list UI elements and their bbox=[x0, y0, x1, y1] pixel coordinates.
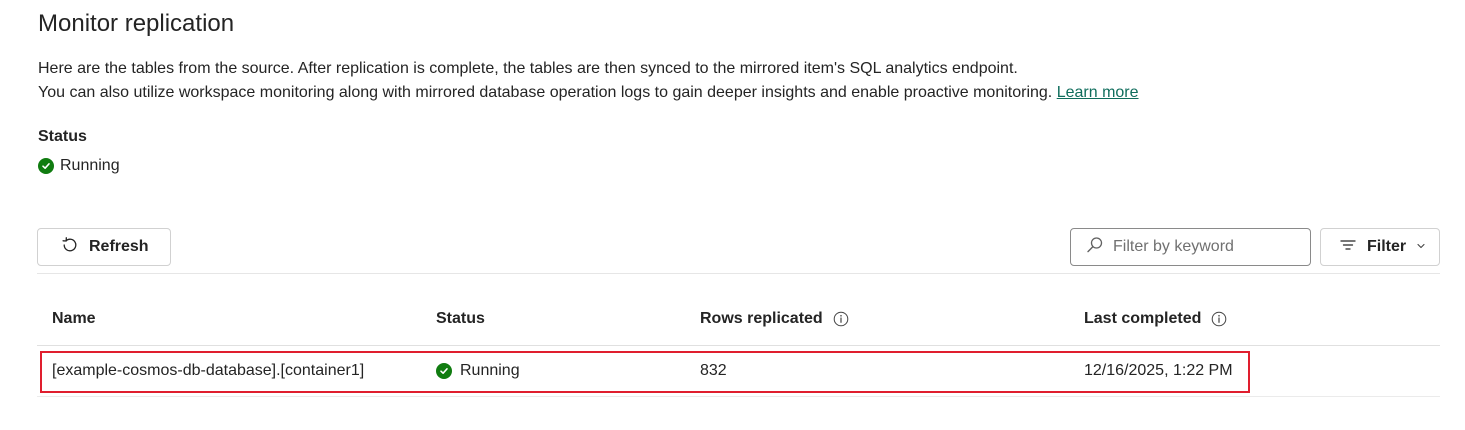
info-icon[interactable] bbox=[1211, 311, 1227, 327]
info-icon[interactable] bbox=[833, 311, 849, 327]
filter-button[interactable]: Filter bbox=[1320, 228, 1440, 266]
toolbar-divider bbox=[37, 273, 1440, 274]
table-row-divider bbox=[37, 396, 1440, 397]
learn-more-link[interactable]: Learn more bbox=[1057, 84, 1139, 101]
description-line-2-text: You can also utilize workspace monitorin… bbox=[38, 84, 1053, 101]
column-header-last-completed-label: Last completed bbox=[1084, 310, 1202, 327]
search-input[interactable] bbox=[1113, 238, 1303, 256]
column-header-rows-label: Rows replicated bbox=[700, 310, 823, 327]
status-indicator: Running bbox=[38, 157, 120, 175]
refresh-button[interactable]: Refresh bbox=[37, 228, 171, 266]
column-header-status-label: Status bbox=[436, 310, 485, 327]
status-label: Status bbox=[38, 128, 87, 145]
column-header-name[interactable]: Name bbox=[52, 310, 96, 328]
table-row-rows-replicated: 832 bbox=[700, 362, 727, 379]
check-circle-icon bbox=[436, 363, 452, 379]
search-icon bbox=[1086, 236, 1104, 259]
column-header-last-completed[interactable]: Last completed bbox=[1084, 310, 1227, 328]
check-circle-icon bbox=[38, 158, 54, 174]
status-value-text: Running bbox=[60, 157, 120, 174]
refresh-button-label: Refresh bbox=[89, 238, 149, 255]
column-header-rows-replicated[interactable]: Rows replicated bbox=[700, 310, 849, 328]
table-row-status-text: Running bbox=[460, 362, 520, 379]
description-line-1: Here are the tables from the source. Aft… bbox=[38, 60, 1018, 77]
search-box[interactable] bbox=[1070, 228, 1311, 266]
description-line-2: You can also utilize workspace monitorin… bbox=[38, 81, 1139, 105]
table-row-last-completed: 12/16/2025, 1:22 PM bbox=[1084, 362, 1233, 379]
filter-lines-icon bbox=[1339, 236, 1357, 259]
table-row-name[interactable]: [example-cosmos-db-database].[container1… bbox=[52, 362, 364, 380]
page-title: Monitor replication bbox=[38, 10, 235, 37]
column-header-status[interactable]: Status bbox=[436, 310, 485, 328]
chevron-down-icon bbox=[1416, 238, 1426, 256]
column-header-name-label: Name bbox=[52, 310, 96, 327]
table-row-status: Running bbox=[436, 362, 520, 380]
page-description: Here are the tables from the source. Aft… bbox=[38, 57, 1139, 105]
filter-button-label: Filter bbox=[1367, 238, 1407, 255]
refresh-icon bbox=[61, 236, 79, 259]
table-header-divider bbox=[37, 345, 1440, 346]
